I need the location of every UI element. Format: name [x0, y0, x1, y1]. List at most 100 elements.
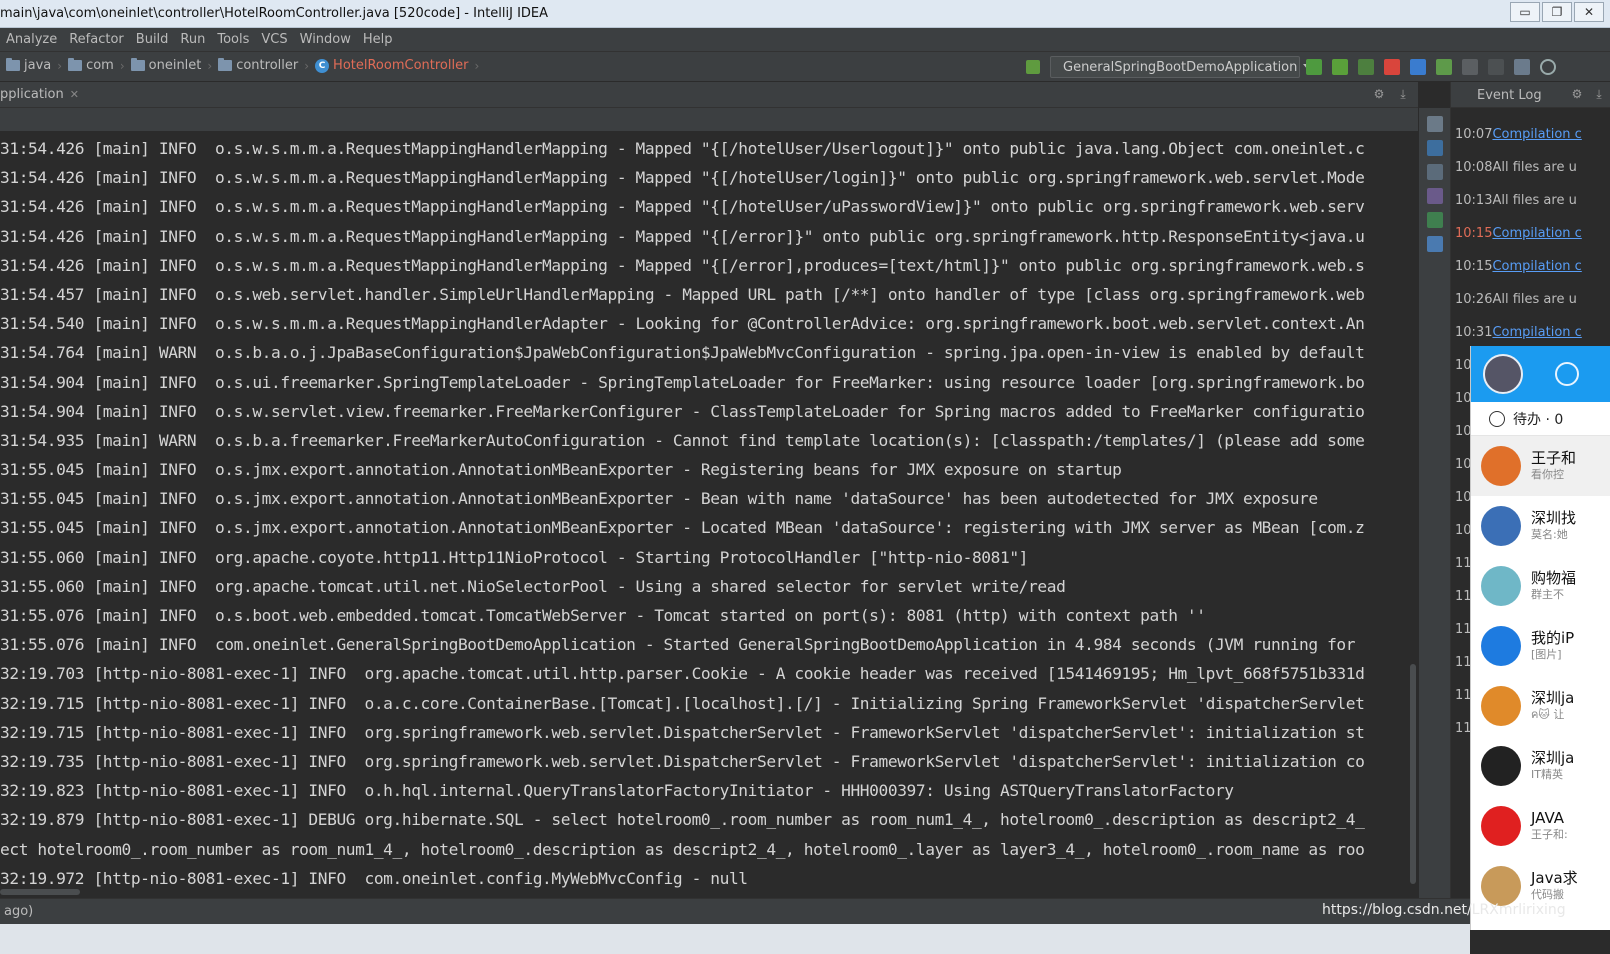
project-structure-icon[interactable]	[1514, 59, 1530, 75]
console-output[interactable]: 31:54.426 [main] INFO o.s.w.s.m.m.a.Requ…	[0, 134, 1418, 894]
vcs-update-icon[interactable]	[1026, 60, 1040, 74]
chat-preview: 群主不	[1531, 588, 1564, 601]
console-horizontal-scrollbar[interactable]	[0, 888, 1418, 896]
chat-list-item[interactable]: 深圳找 莫名:她	[1471, 496, 1610, 556]
taskbar-strip	[0, 924, 1470, 954]
chat-name: 深圳ja	[1531, 689, 1575, 707]
menu-window[interactable]: Window	[294, 32, 357, 47]
chat-list-item[interactable]: 深圳ja ค🐱 让	[1471, 676, 1610, 736]
chat-list-item[interactable]: 王子和 看你控	[1471, 436, 1610, 496]
gear-icon[interactable]: ⚙	[1372, 87, 1386, 101]
menu-help[interactable]: Help	[357, 32, 399, 47]
avatar	[1481, 686, 1521, 726]
chat-preview: 看你控	[1531, 468, 1564, 481]
event-time: 10:15	[1455, 259, 1493, 274]
log-line: 31:54.426 [main] INFO o.s.w.s.m.m.a.Requ…	[0, 255, 1365, 275]
window-title: main\java\com\oneinlet\controller\HotelR…	[0, 6, 549, 21]
log-line: 31:54.426 [main] INFO o.s.w.s.m.m.a.Requ…	[0, 226, 1365, 246]
todo-row[interactable]: 待办 · 0	[1471, 402, 1610, 436]
log-line: 32:19.715 [http-nio-8081-exec-1] INFO or…	[0, 722, 1365, 742]
event-log-header: Event Log ⚙ ⤓	[1451, 82, 1610, 108]
breadcrumb-oneinlet[interactable]: oneinlet	[129, 58, 204, 73]
hide-icon[interactable]: ⤓	[1396, 87, 1410, 101]
chat-name: 购物福	[1531, 569, 1577, 587]
print-icon[interactable]	[1427, 188, 1443, 204]
menu-build[interactable]: Build	[130, 32, 175, 47]
avatar[interactable]	[1483, 354, 1523, 394]
breadcrumb-label: oneinlet	[148, 58, 202, 73]
breadcrumb-label: HotelRoomController	[333, 58, 469, 73]
maximize-button[interactable]: ❐	[1542, 2, 1572, 22]
breadcrumb-controller[interactable]: controller	[216, 58, 300, 73]
run-icon[interactable]	[1306, 59, 1322, 75]
rerun-icon[interactable]	[1427, 116, 1443, 132]
scrollbar-thumb[interactable]	[0, 889, 80, 895]
breadcrumb-label: com	[86, 58, 114, 73]
log-line: 32:19.703 [http-nio-8081-exec-1] INFO or…	[0, 664, 1365, 684]
menu-refactor[interactable]: Refactor	[63, 32, 130, 47]
log-line: 31:54.764 [main] WARN o.s.b.a.o.j.JpaBas…	[0, 343, 1365, 363]
menu-tools[interactable]: Tools	[211, 32, 255, 47]
run-configuration-selector[interactable]: GeneralSpringBootDemoApplication	[1050, 56, 1314, 78]
breadcrumb-java[interactable]: java	[4, 58, 53, 73]
coverage-icon[interactable]	[1358, 59, 1374, 75]
run-tab-label: pplication	[0, 87, 64, 102]
event-log-entry: 10:07Compilation c	[1451, 118, 1610, 151]
menu-vcs[interactable]: VCS	[255, 32, 293, 47]
history-icon[interactable]	[1462, 59, 1478, 75]
close-icon[interactable]: ✕	[70, 88, 79, 101]
menu-run[interactable]: Run	[174, 32, 211, 47]
log-line: 31:55.045 [main] INFO o.s.jmx.export.ann…	[0, 518, 1365, 538]
scroll-to-end-icon[interactable]	[1427, 140, 1443, 156]
chevron-right-icon: ›	[207, 58, 213, 73]
debug-icon[interactable]	[1332, 59, 1348, 75]
avatar	[1481, 746, 1521, 786]
breadcrumb-label: java	[24, 58, 52, 73]
chat-list-item[interactable]: 购物福 群主不	[1471, 556, 1610, 616]
close-button[interactable]: ✕	[1574, 2, 1604, 22]
log-line: 31:54.426 [main] INFO o.s.w.s.m.m.a.Requ…	[0, 197, 1365, 217]
chat-preview: 王子和:	[1531, 828, 1568, 841]
vcs-commit-icon[interactable]	[1410, 59, 1426, 75]
breadcrumb-com[interactable]: com	[66, 58, 116, 73]
vcs-branch-icon[interactable]	[1436, 59, 1452, 75]
hide-icon[interactable]: ⤓	[1592, 87, 1606, 101]
trash-icon[interactable]	[1427, 236, 1443, 252]
event-link[interactable]: Compilation c	[1492, 127, 1581, 142]
event-log-entry: 10:15Compilation c	[1451, 217, 1610, 250]
log-line: 31:54.540 [main] INFO o.s.w.s.m.m.a.Requ…	[0, 314, 1365, 334]
event-log-entry: 10:31Compilation c	[1451, 316, 1610, 349]
run-tool-window-header: pplication ✕ ⚙ ⤓	[0, 82, 1418, 108]
run-tab[interactable]: pplication ✕	[0, 87, 79, 102]
scrollbar-thumb[interactable]	[1410, 664, 1416, 884]
log-line: 31:54.426 [main] INFO o.s.w.s.m.m.a.Requ…	[0, 168, 1365, 188]
log-line: 31:54.426 [main] INFO o.s.w.s.m.m.a.Requ…	[0, 139, 1365, 158]
console-vertical-scrollbar[interactable]	[1408, 134, 1418, 894]
filter-icon[interactable]	[1427, 212, 1443, 228]
stop-icon[interactable]	[1384, 59, 1400, 75]
avatar	[1481, 866, 1521, 906]
event-link[interactable]: Compilation c	[1492, 325, 1581, 340]
event-link[interactable]: Compilation c	[1492, 226, 1581, 241]
breadcrumb-hotelroomcontroller[interactable]: C HotelRoomController	[313, 58, 470, 73]
event-text: All files are u	[1492, 160, 1577, 175]
run-side-toolbar	[1418, 108, 1450, 898]
chat-list-item[interactable]: 深圳ja IT精英	[1471, 736, 1610, 796]
gear-icon[interactable]: ⚙	[1570, 87, 1584, 101]
avatar	[1481, 506, 1521, 546]
chat-list-item[interactable]: 我的iP [图片]	[1471, 616, 1610, 676]
search-icon[interactable]	[1540, 59, 1556, 75]
menu-analyze[interactable]: Analyze	[0, 32, 63, 47]
soft-wrap-icon[interactable]	[1427, 164, 1443, 180]
chat-preview: IT精英	[1531, 768, 1563, 781]
chat-list-item[interactable]: JAVA 王子和:	[1471, 796, 1610, 856]
breadcrumb-label: controller	[236, 58, 299, 73]
folder-icon	[218, 58, 233, 71]
event-link[interactable]: Compilation c	[1492, 259, 1581, 274]
revert-icon[interactable]	[1488, 59, 1504, 75]
log-line: 31:54.904 [main] INFO o.s.w.servlet.view…	[0, 401, 1365, 421]
chat-header	[1471, 346, 1610, 402]
window-controls: ▭ ❐ ✕	[1510, 2, 1604, 22]
search-icon[interactable]	[1555, 362, 1579, 386]
minimize-button[interactable]: ▭	[1510, 2, 1540, 22]
